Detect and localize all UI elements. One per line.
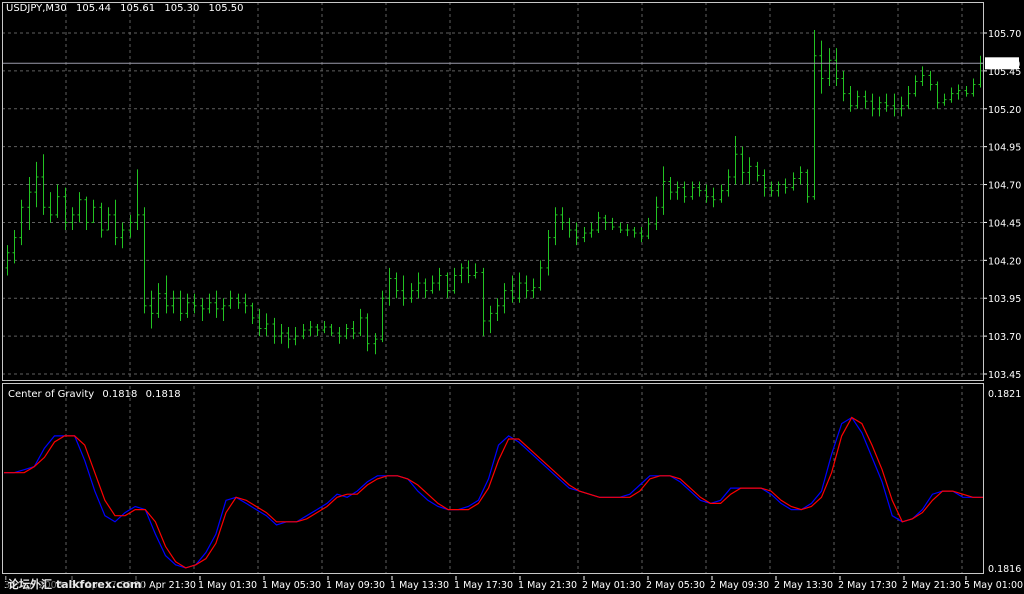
- indicator-name: Center of Gravity: [8, 389, 95, 400]
- price-axis-label: 104.95: [988, 143, 1021, 154]
- price-axis-label: 104.20: [988, 256, 1021, 267]
- price-axis-label: 105.70: [988, 29, 1021, 40]
- time-axis-label: 2 May 17:30: [838, 580, 897, 591]
- open-value: 105.44: [75, 3, 111, 14]
- chart-canvas: 105.50 103.45 103.70 103.95 104.20 104.45 104…: [0, 0, 1024, 594]
- indicator-value-2: 0.1818: [145, 389, 181, 400]
- time-axis-label: 1 May 17:30: [454, 580, 513, 591]
- indicator-value-1: 0.1818: [102, 389, 138, 400]
- time-axis-label: 2 May 09:30: [710, 580, 769, 591]
- time-axis-label: 1 May 01:30: [198, 580, 257, 591]
- time-axis-label: 2 May 21:30: [902, 580, 961, 591]
- price-axis-label: 103.95: [988, 294, 1021, 305]
- time-axis-label: 2 May 05:30: [646, 580, 705, 591]
- price-axis-label: 105.45: [988, 67, 1021, 78]
- watermark-text: 论坛外汇 talkforex.com: [6, 576, 144, 592]
- high-value: 105.61: [120, 3, 156, 14]
- price-axis-label: 104.45: [988, 218, 1021, 229]
- time-axis-label: 2 May 13:30: [774, 580, 833, 591]
- price-axis-label: 105.20: [988, 105, 1021, 116]
- time-axis-label: 5 May 01:00: [964, 580, 1023, 591]
- price-axis-label: 103.70: [988, 332, 1021, 343]
- time-axis-label: 1 May 05:30: [262, 580, 321, 591]
- time-axis-label: 1 May 21:30: [518, 580, 577, 591]
- indicator-axis-bottom-label: 0.1816: [988, 564, 1021, 575]
- close-value: 105.50: [208, 3, 244, 14]
- symbol-label: USDJPY,M30: [6, 3, 67, 14]
- time-axis-label: 2 May 01:30: [582, 580, 641, 591]
- low-value: 105.30: [164, 3, 200, 14]
- price-axis-label: 104.70: [988, 181, 1021, 192]
- indicator-axis-top-label: 0.1821: [988, 389, 1021, 400]
- indicator-header: Center of Gravity 0.1818 0.1818: [8, 389, 186, 400]
- price-axis-label: 103.45: [988, 370, 1021, 381]
- price-header: USDJPY,M30 105.44 105.61 105.30 105.50: [6, 3, 250, 14]
- time-axis-label: 1 May 09:30: [326, 580, 385, 591]
- time-axis-label: 1 May 13:30: [390, 580, 449, 591]
